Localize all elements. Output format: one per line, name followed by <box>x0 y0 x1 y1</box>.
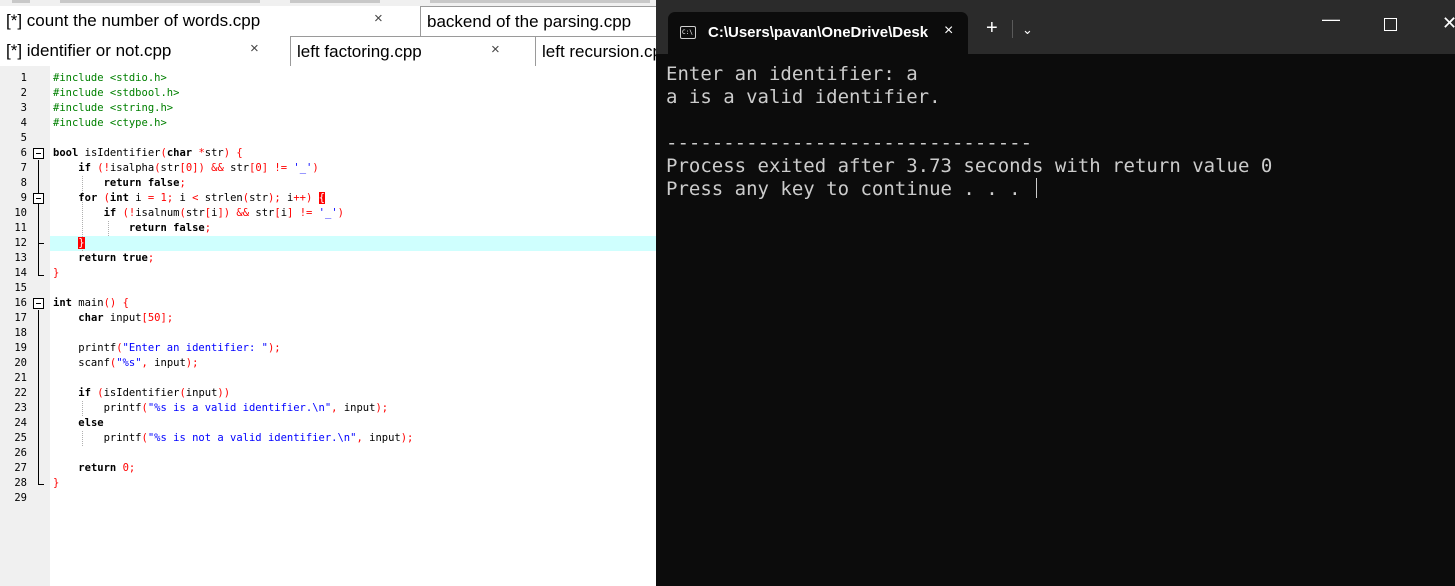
line-number: 25 <box>14 432 27 444</box>
code-line: int main() { <box>53 297 129 309</box>
divider <box>1012 20 1013 38</box>
fold-guide <box>38 160 39 276</box>
terminal-output-line: Enter an identifier: a <box>666 63 918 85</box>
terminal-output-line: a is a valid identifier. <box>666 86 941 108</box>
line-number: 23 <box>14 402 27 414</box>
line-number: 11 <box>14 222 27 234</box>
line-number: 8 <box>20 177 27 189</box>
terminal-prompt-line: Press any key to continue . . . <box>666 178 1038 201</box>
tab-row-1: [*] count the number of words.cpp × back… <box>0 6 656 36</box>
code-line: printf("Enter an identifier: "); <box>53 342 281 354</box>
tab-label: left factoring.cpp <box>297 41 422 61</box>
fold-end-marker <box>38 484 44 485</box>
close-icon[interactable]: × <box>250 40 259 57</box>
close-icon[interactable]: × <box>491 41 500 58</box>
cmd-icon: C:\ <box>680 26 696 39</box>
code-line: return 0; <box>78 462 136 474</box>
close-tab-icon[interactable]: × <box>944 22 953 40</box>
terminal-tab[interactable]: C:\ C:\Users\pavan\OneDrive\Desktop × <box>668 12 968 54</box>
tab-left-recursion[interactable]: left recursion.cpp <box>535 36 656 66</box>
line-number: 14 <box>14 267 27 279</box>
line-number: 13 <box>14 252 27 264</box>
tab-identifier-or-not[interactable]: [*] identifier or not.cpp × <box>0 36 290 66</box>
new-tab-button[interactable]: + <box>986 18 998 38</box>
minimize-button[interactable]: — <box>1322 10 1340 28</box>
code-line: else <box>78 417 104 429</box>
line-number: 15 <box>14 282 27 294</box>
chevron-down-icon[interactable]: ⌄ <box>1022 22 1033 38</box>
line-number: 16 <box>14 297 27 309</box>
line-number: 3 <box>20 102 27 114</box>
terminal-window[interactable]: C:\ C:\Users\pavan\OneDrive\Desktop × + … <box>656 0 1455 586</box>
terminal-tab-title: C:\Users\pavan\OneDrive\Desktop <box>708 24 928 41</box>
line-number: 9 <box>20 192 27 204</box>
code-line: printf("%s is a valid identifier.\n", in… <box>53 402 389 414</box>
tab-label: [*] identifier or not.cpp <box>6 41 172 60</box>
line-number: 18 <box>14 327 27 339</box>
code-line: char input[50]; <box>78 312 174 324</box>
code-line: if (!isalpha(str[0]) && str[0] != '_') <box>78 162 319 174</box>
terminal-output-line: Process exited after 3.73 seconds with r… <box>666 155 1273 177</box>
code-line: } <box>53 477 60 489</box>
line-number: 17 <box>14 312 27 324</box>
code-line: #include <stdio.h> <box>53 72 167 84</box>
line-number: 22 <box>14 387 27 399</box>
fold-toggle-icon[interactable] <box>33 148 44 159</box>
line-number: 1 <box>20 72 27 84</box>
tab-count-words[interactable]: [*] count the number of words.cpp × <box>0 6 420 36</box>
code-line: #include <ctype.h> <box>53 117 167 129</box>
code-line: return false; <box>128 222 212 234</box>
current-line-highlight <box>50 236 656 251</box>
code-line: if (!isalnum(str[i]) && str[i] != '_') <box>103 207 344 219</box>
line-number: 20 <box>14 357 27 369</box>
code-line: } <box>53 267 60 279</box>
maximize-button[interactable] <box>1384 18 1397 31</box>
code-line: #include <stdbool.h> <box>53 87 180 99</box>
line-number: 4 <box>20 117 27 129</box>
terminal-output-line: -------------------------------- <box>666 132 1033 154</box>
code-line: bool isIdentifier(char *str) { <box>53 147 243 159</box>
line-number: 29 <box>14 492 27 504</box>
line-number: 19 <box>14 342 27 354</box>
code-line: return true; <box>78 252 155 264</box>
line-number: 28 <box>14 477 27 489</box>
line-number: 5 <box>20 132 27 144</box>
line-number: 27 <box>14 462 27 474</box>
line-number: 21 <box>14 372 27 384</box>
code-editor: [*] count the number of words.cpp × back… <box>0 0 656 586</box>
code-line: #include <string.h> <box>53 102 174 114</box>
line-number: 6 <box>20 147 27 159</box>
fold-toggle-icon[interactable] <box>33 298 44 309</box>
close-window-button[interactable]: ✕ <box>1442 14 1455 32</box>
code-line: for (int i = 1; i < strlen(str); i++) { <box>78 192 325 204</box>
tab-label: [*] count the number of words.cpp <box>6 11 261 30</box>
code-line: if (isIdentifier(input)) <box>78 387 231 399</box>
fold-end-marker <box>38 275 44 276</box>
tab-label: left recursion.cpp <box>542 41 656 61</box>
code-line: } <box>78 237 85 249</box>
line-number: 24 <box>14 417 27 429</box>
code-line: return false; <box>103 177 186 189</box>
close-icon[interactable]: × <box>374 10 383 27</box>
line-number: 26 <box>14 447 27 459</box>
fold-end-marker <box>38 243 44 244</box>
text-cursor <box>1036 178 1038 198</box>
fold-guide <box>38 310 39 484</box>
tab-left-factoring[interactable]: left factoring.cpp × <box>290 36 535 66</box>
code-line: printf("%s is not a valid identifier.\n"… <box>53 432 414 444</box>
line-number: 2 <box>20 87 27 99</box>
terminal-output-line: Press any key to continue . . . <box>666 178 1033 200</box>
line-number: 12 <box>14 237 27 249</box>
fold-toggle-icon[interactable] <box>33 193 44 204</box>
line-number: 7 <box>20 162 27 174</box>
code-area[interactable] <box>50 66 656 586</box>
tab-row-2: [*] identifier or not.cpp × left factori… <box>0 36 656 66</box>
tab-backend-parsing[interactable]: backend of the parsing.cpp <box>420 6 656 36</box>
code-line: scanf("%s", input); <box>53 357 199 369</box>
tab-label: backend of the parsing.cpp <box>427 11 632 31</box>
line-number: 10 <box>14 207 27 219</box>
